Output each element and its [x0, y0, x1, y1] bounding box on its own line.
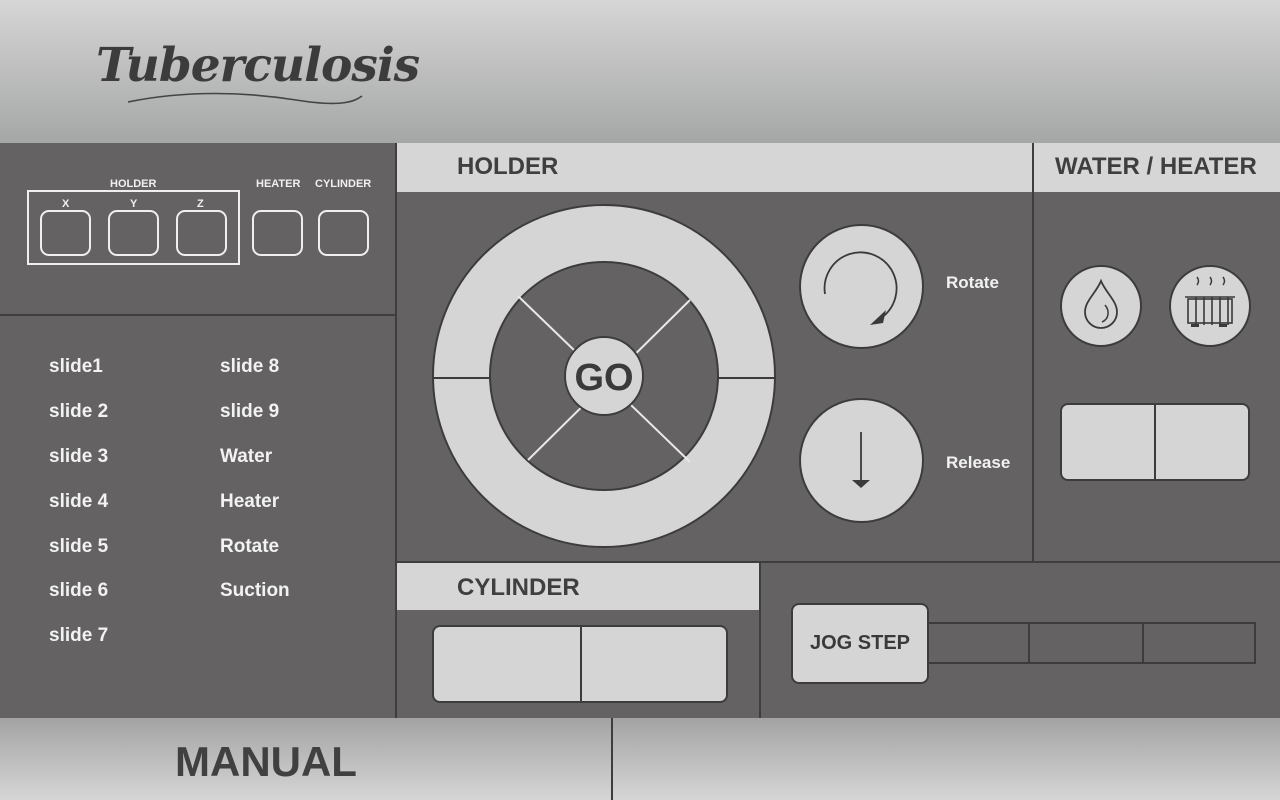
release-arrow-icon: [852, 432, 870, 488]
release-label: Release: [946, 453, 1011, 472]
jog-step-option[interactable]: [1028, 622, 1144, 664]
slide-item[interactable]: slide 4: [49, 491, 108, 513]
water-heater-section-header: WATER / HEATER: [1034, 143, 1280, 192]
slide-item[interactable]: slide 5: [49, 536, 108, 558]
rotate-icon: [823, 251, 898, 325]
divider: [395, 143, 397, 718]
water-item[interactable]: Water: [220, 446, 272, 468]
water-button[interactable]: [1060, 265, 1142, 347]
slide-item[interactable]: slide1: [49, 356, 103, 378]
slide-item[interactable]: slide 3: [49, 446, 108, 468]
divider: [0, 314, 396, 316]
divider: [1032, 143, 1034, 562]
cylinder-section-header: CYLINDER: [397, 563, 759, 610]
mode-label: MANUAL: [175, 738, 357, 785]
slide-item[interactable]: slide 9: [220, 401, 279, 423]
release-button[interactable]: [799, 398, 924, 523]
holder-indicator-label: HOLDER: [110, 178, 157, 190]
heater-button[interactable]: [1169, 265, 1251, 347]
water-heater-section-title: WATER / HEATER: [1055, 153, 1257, 180]
axis-y-label: Y: [130, 198, 138, 210]
slide-item[interactable]: slide 6: [49, 580, 108, 602]
slide-item[interactable]: slide 8: [220, 356, 279, 378]
heater-indicator-label: HEATER: [256, 178, 301, 190]
app-title: Tuberculosis: [96, 38, 420, 93]
slide-item[interactable]: slide 2: [49, 401, 108, 423]
toggle-divider: [580, 627, 582, 701]
water-heater-toggle[interactable]: [1060, 403, 1250, 481]
heater-radiator-icon: [1185, 276, 1235, 327]
app-logo: Tuberculosis: [96, 38, 420, 105]
logo-swoosh-icon: [127, 92, 363, 105]
cylinder-toggle[interactable]: [432, 625, 728, 703]
rotate-button[interactable]: [799, 224, 924, 349]
divider: [759, 562, 761, 718]
footer-bar: MANUAL: [0, 718, 1280, 800]
slide-item[interactable]: slide 7: [49, 625, 108, 647]
cylinder-indicator-label: CYLINDER: [315, 178, 372, 190]
holder-section-header: HOLDER: [397, 143, 1032, 192]
heater-indicator: [252, 210, 303, 256]
jog-step-option[interactable]: [1142, 622, 1256, 664]
jog-step-button[interactable]: JOG STEP: [791, 603, 929, 684]
rotate-label: Rotate: [946, 273, 999, 292]
heater-item[interactable]: Heater: [220, 491, 279, 513]
rotate-item[interactable]: Rotate: [220, 536, 279, 558]
jog-step-option[interactable]: [927, 622, 1030, 664]
cylinder-indicator: [318, 210, 369, 256]
suction-item[interactable]: Suction: [220, 580, 290, 602]
footer-divider: [611, 718, 613, 800]
cylinder-section-title: CYLINDER: [457, 574, 580, 601]
holder-section-title: HOLDER: [457, 153, 559, 180]
axis-x-indicator: [40, 210, 91, 256]
axis-z-indicator: [176, 210, 227, 256]
jog-wheel[interactable]: GO: [432, 204, 777, 549]
axis-z-label: Z: [197, 198, 204, 210]
header-bar: Tuberculosis: [0, 0, 1280, 143]
axis-x-label: X: [62, 198, 70, 210]
axis-y-indicator: [108, 210, 159, 256]
toggle-divider: [1154, 405, 1156, 479]
go-label: GO: [574, 357, 633, 399]
water-drop-icon: [1084, 278, 1118, 329]
